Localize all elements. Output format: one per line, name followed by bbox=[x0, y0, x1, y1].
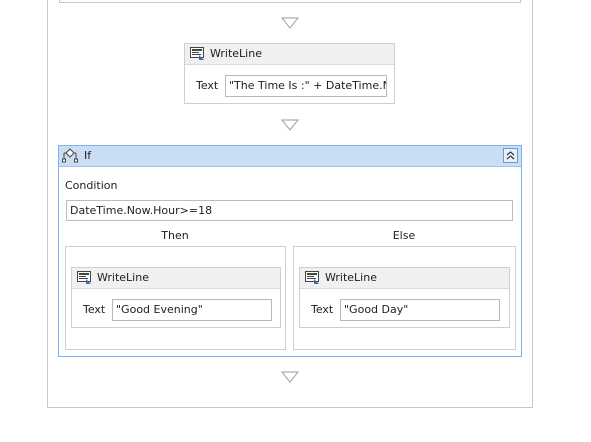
text-label: Text bbox=[311, 303, 334, 316]
writeline-activity[interactable]: WriteLine Text "Good Day" bbox=[299, 267, 510, 328]
drop-arrow-icon[interactable] bbox=[281, 119, 299, 131]
activity-title: WriteLine bbox=[325, 271, 377, 284]
text-input[interactable]: "Good Evening" bbox=[112, 299, 272, 321]
collapse-icon[interactable] bbox=[503, 148, 518, 163]
condition-input[interactable]: DateTime.Now.Hour>=18 bbox=[66, 200, 513, 221]
text-input[interactable]: "The Time Is :" + DateTime.Now bbox=[225, 75, 387, 97]
activity-title: WriteLine bbox=[210, 47, 262, 60]
text-input[interactable]: "Good Day" bbox=[340, 299, 500, 321]
if-header[interactable]: If bbox=[59, 146, 521, 167]
else-branch[interactable]: WriteLine Text "Good Day" bbox=[293, 246, 516, 350]
writeline-icon bbox=[77, 271, 91, 284]
writeline-activity[interactable]: WriteLine Text "The Time Is :" + DateTim… bbox=[184, 43, 395, 104]
condition-label: Condition bbox=[65, 179, 118, 192]
if-icon bbox=[62, 148, 78, 163]
activity-header[interactable]: WriteLine bbox=[72, 268, 280, 289]
text-label: Text bbox=[83, 303, 106, 316]
if-activity[interactable]: If Condition DateTime.Now.Hour>=18 Then … bbox=[58, 145, 522, 357]
activity-header[interactable]: WriteLine bbox=[185, 44, 394, 65]
drop-arrow-icon[interactable] bbox=[281, 17, 299, 29]
writeline-activity[interactable]: WriteLine Text "Good Evening" bbox=[71, 267, 281, 328]
writeline-icon bbox=[190, 47, 204, 60]
if-title: If bbox=[84, 149, 92, 162]
activity-title: WriteLine bbox=[97, 271, 149, 284]
activity-header[interactable]: WriteLine bbox=[300, 268, 509, 289]
then-label: Then bbox=[161, 229, 189, 242]
writeline-icon bbox=[305, 271, 319, 284]
else-label: Else bbox=[392, 229, 416, 242]
then-branch[interactable]: WriteLine Text "Good Evening" bbox=[65, 246, 286, 350]
text-label: Text bbox=[196, 79, 219, 92]
previous-activity-bottom[interactable] bbox=[59, 0, 521, 3]
drop-arrow-icon[interactable] bbox=[281, 371, 299, 383]
